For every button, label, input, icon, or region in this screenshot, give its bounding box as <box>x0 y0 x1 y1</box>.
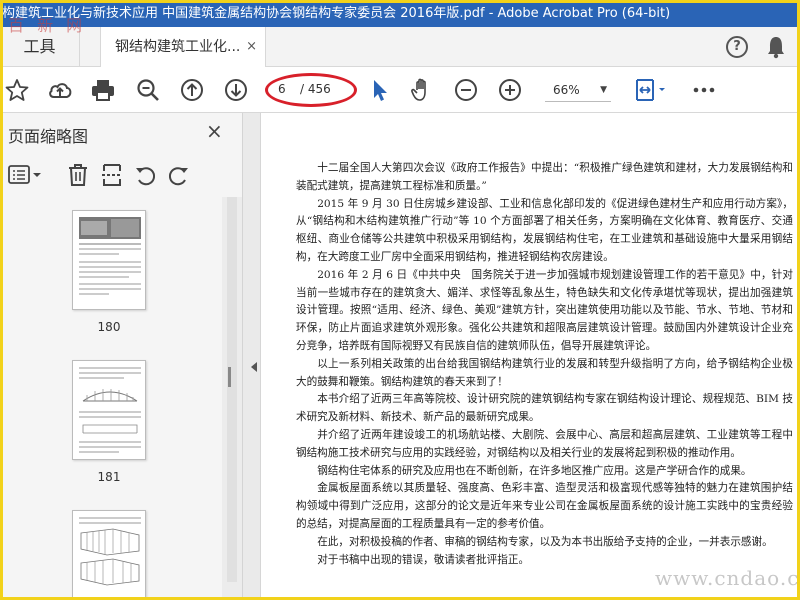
chevron-down-icon: ▼ <box>600 85 607 95</box>
panel-close-icon[interactable]: × <box>206 119 223 143</box>
thumbnail-scrollbar[interactable] <box>222 197 242 600</box>
rotate-left-icon[interactable] <box>134 162 158 188</box>
resize-grip[interactable] <box>228 367 231 387</box>
extract-page-icon[interactable] <box>100 162 124 188</box>
zoom-level-select[interactable]: 66% ▼ <box>545 78 611 102</box>
tab-close-icon[interactable]: × <box>246 27 257 67</box>
star-icon[interactable] <box>4 77 30 103</box>
thumbnail-page-label: 180 <box>97 320 121 334</box>
more-icon[interactable] <box>690 77 720 103</box>
doc-paragraph: 本书介绍了近两三年高等院校、设计研究院的建筑钢结构专家在钢结构设计理论、规程规范… <box>296 393 793 424</box>
doc-paragraph: 十二届全国人大第四次会议《政府工作报告》中提出：“积极推广绿色建筑和建材，大力发… <box>296 162 793 192</box>
doc-paragraph: 2016 年 2 月 6 日《中共中央 国务院关于进一步加强城市规划建设管理工作… <box>296 268 793 352</box>
tab-document[interactable]: 钢结构建筑工业化... × <box>100 27 266 67</box>
panel-toolbar <box>0 155 243 195</box>
watermark-logo: 百 新 网 <box>8 16 87 35</box>
panel-title: 页面缩略图 <box>8 127 89 146</box>
zoom-in-icon[interactable] <box>497 77 523 103</box>
main-toolbar: 6 / 456 66% ▼ <box>0 67 800 113</box>
thumbnail-page-label: 181 <box>97 470 121 484</box>
fit-width-icon[interactable] <box>634 77 668 103</box>
hand-icon[interactable] <box>409 77 435 103</box>
page-up-icon[interactable] <box>179 77 205 103</box>
trash-icon[interactable] <box>66 162 90 188</box>
page-thumbnail[interactable] <box>72 360 146 460</box>
zoom-search-icon[interactable] <box>135 77 161 103</box>
doc-paragraph: 并介绍了近两年建设竣工的机场航站楼、大剧院、会展中心、高层和超高层建筑、工业建筑… <box>296 428 793 459</box>
bell-icon[interactable] <box>766 35 786 59</box>
collapse-panel-icon[interactable] <box>250 361 258 373</box>
window-title-bar: 构建筑工业化与新技术应用 中国建筑金属结构协会钢结构专家委员会 2016年版.p… <box>0 0 800 27</box>
tab-row: 工具 钢结构建筑工业化... × ? <box>0 27 800 67</box>
options-menu-icon[interactable] <box>8 163 44 187</box>
window-title: 构建筑工业化与新技术应用 中国建筑金属结构协会钢结构专家委员会 2016年版.p… <box>2 6 671 21</box>
print-icon[interactable] <box>90 77 116 103</box>
doc-paragraph: 以上一系列相关政策的出台给我国钢结构建筑行业的发展和转型升级指明了方向，给予钢结… <box>296 357 793 388</box>
zoom-level-value: 66% <box>553 83 580 97</box>
document-page-text: 十二届全国人大第四次会议《政府工作报告》中提出：“积极推广绿色建筑和建材，大力发… <box>296 160 793 569</box>
page-thumbnail[interactable] <box>72 510 146 600</box>
doc-paragraph: 钢结构住宅体系的研究及应用也在不断创新，在许多地区推广应用。这是产学研合作的成果… <box>317 464 752 477</box>
doc-paragraph: 金属板屋面系统以其质量轻、强度高、色彩丰富、造型灵活和极富现代感等独特的魅力在建… <box>296 482 793 530</box>
cloud-upload-icon[interactable] <box>47 77 73 103</box>
doc-paragraph: 在此，对积极投稿的作者、审稿的钢结构专家，以及为本书出版给予支持的企业，一并表示… <box>317 535 773 548</box>
help-circle-icon[interactable]: ? <box>726 36 748 58</box>
document-view[interactable]: 十二届全国人大第四次会议《政府工作报告》中提出：“积极推广绿色建筑和建材，大力发… <box>261 113 800 600</box>
thumbnail-list: 180 181 <box>0 197 222 600</box>
tab-document-label: 钢结构建筑工业化... <box>115 39 241 55</box>
doc-paragraph: 2015 年 9 月 30 日住房城乡建设部、工业和信息化部印发的《促进绿色建材… <box>296 197 793 263</box>
watermark-url: www.cndao.com <box>655 566 800 590</box>
annotation-ellipse <box>265 73 357 107</box>
panel-splitter[interactable] <box>243 113 261 600</box>
page-down-icon[interactable] <box>223 77 249 103</box>
scrollbar-thumb[interactable] <box>227 197 237 582</box>
rotate-right-icon[interactable] <box>166 162 190 188</box>
zoom-out-icon[interactable] <box>453 77 479 103</box>
select-arrow-icon[interactable] <box>367 77 393 103</box>
page-thumbnail[interactable] <box>72 210 146 310</box>
